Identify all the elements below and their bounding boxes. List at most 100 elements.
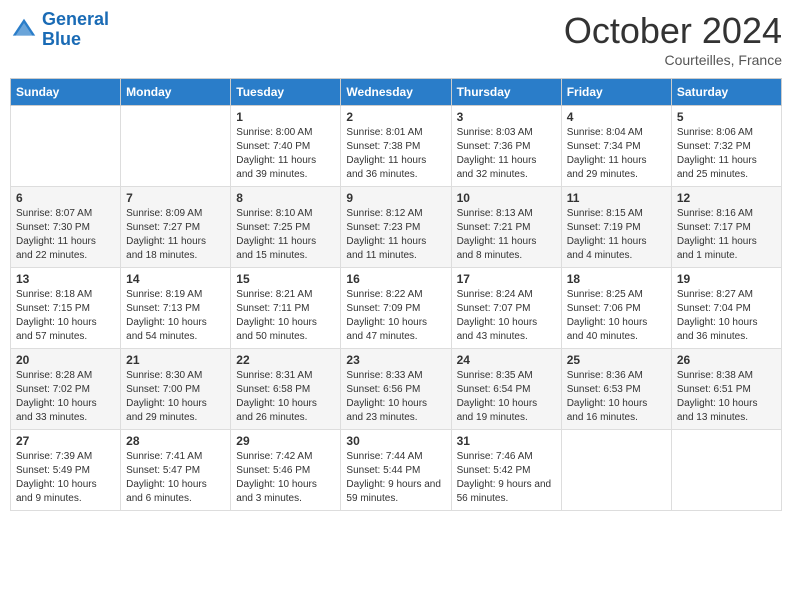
sunset-text: Sunset: 5:42 PM [457, 465, 531, 476]
day-number: 13 [16, 272, 115, 286]
calendar-week-row: 13 Sunrise: 8:18 AM Sunset: 7:15 PM Dayl… [11, 268, 782, 349]
day-info: Sunrise: 8:10 AM Sunset: 7:25 PM Dayligh… [236, 207, 335, 263]
calendar-day-cell: 9 Sunrise: 8:12 AM Sunset: 7:23 PM Dayli… [341, 187, 451, 268]
sunset-text: Sunset: 7:15 PM [16, 303, 90, 314]
calendar-day-cell: 30 Sunrise: 7:44 AM Sunset: 5:44 PM Dayl… [341, 430, 451, 511]
sunset-text: Sunset: 7:13 PM [126, 303, 200, 314]
daylight-text: Daylight: 10 hours and 40 minutes. [567, 317, 648, 342]
day-info: Sunrise: 8:35 AM Sunset: 6:54 PM Dayligh… [457, 369, 556, 425]
calendar-table: SundayMondayTuesdayWednesdayThursdayFrid… [10, 78, 782, 511]
calendar-day-cell: 20 Sunrise: 8:28 AM Sunset: 7:02 PM Dayl… [11, 349, 121, 430]
day-number: 26 [677, 353, 776, 367]
day-number: 20 [16, 353, 115, 367]
calendar-day-cell [121, 106, 231, 187]
day-number: 8 [236, 191, 335, 205]
day-number: 23 [346, 353, 445, 367]
day-info: Sunrise: 7:39 AM Sunset: 5:49 PM Dayligh… [16, 450, 115, 506]
day-of-week-header: Friday [561, 79, 671, 106]
sunset-text: Sunset: 7:38 PM [346, 141, 420, 152]
daylight-text: Daylight: 10 hours and 3 minutes. [236, 479, 317, 504]
daylight-text: Daylight: 10 hours and 43 minutes. [457, 317, 538, 342]
daylight-text: Daylight: 11 hours and 18 minutes. [126, 236, 206, 261]
day-of-week-header: Wednesday [341, 79, 451, 106]
calendar-day-cell: 24 Sunrise: 8:35 AM Sunset: 6:54 PM Dayl… [451, 349, 561, 430]
sunrise-text: Sunrise: 8:00 AM [236, 127, 312, 138]
sunset-text: Sunset: 7:40 PM [236, 141, 310, 152]
day-number: 16 [346, 272, 445, 286]
sunrise-text: Sunrise: 8:15 AM [567, 208, 643, 219]
daylight-text: Daylight: 11 hours and 39 minutes. [236, 155, 316, 180]
daylight-text: Daylight: 11 hours and 25 minutes. [677, 155, 757, 180]
calendar-day-cell [11, 106, 121, 187]
sunset-text: Sunset: 7:09 PM [346, 303, 420, 314]
daylight-text: Daylight: 10 hours and 9 minutes. [16, 479, 97, 504]
sunset-text: Sunset: 6:56 PM [346, 384, 420, 395]
day-number: 10 [457, 191, 556, 205]
sunset-text: Sunset: 7:30 PM [16, 222, 90, 233]
calendar-day-cell: 26 Sunrise: 8:38 AM Sunset: 6:51 PM Dayl… [671, 349, 781, 430]
daylight-text: Daylight: 10 hours and 23 minutes. [346, 398, 427, 423]
logo: General Blue [10, 10, 109, 50]
day-info: Sunrise: 8:33 AM Sunset: 6:56 PM Dayligh… [346, 369, 445, 425]
day-info: Sunrise: 8:09 AM Sunset: 7:27 PM Dayligh… [126, 207, 225, 263]
logo-line1: General [42, 9, 109, 29]
day-number: 17 [457, 272, 556, 286]
daylight-text: Daylight: 10 hours and 57 minutes. [16, 317, 97, 342]
day-info: Sunrise: 8:13 AM Sunset: 7:21 PM Dayligh… [457, 207, 556, 263]
daylight-text: Daylight: 11 hours and 1 minute. [677, 236, 757, 261]
daylight-text: Daylight: 11 hours and 15 minutes. [236, 236, 316, 261]
day-info: Sunrise: 8:38 AM Sunset: 6:51 PM Dayligh… [677, 369, 776, 425]
calendar-day-cell: 29 Sunrise: 7:42 AM Sunset: 5:46 PM Dayl… [231, 430, 341, 511]
calendar-day-cell: 31 Sunrise: 7:46 AM Sunset: 5:42 PM Dayl… [451, 430, 561, 511]
calendar-week-row: 20 Sunrise: 8:28 AM Sunset: 7:02 PM Dayl… [11, 349, 782, 430]
day-info: Sunrise: 8:31 AM Sunset: 6:58 PM Dayligh… [236, 369, 335, 425]
day-info: Sunrise: 8:15 AM Sunset: 7:19 PM Dayligh… [567, 207, 666, 263]
day-number: 29 [236, 434, 335, 448]
sunset-text: Sunset: 7:02 PM [16, 384, 90, 395]
calendar-header-row: SundayMondayTuesdayWednesdayThursdayFrid… [11, 79, 782, 106]
sunrise-text: Sunrise: 8:22 AM [346, 289, 422, 300]
calendar-day-cell: 17 Sunrise: 8:24 AM Sunset: 7:07 PM Dayl… [451, 268, 561, 349]
calendar-day-cell: 27 Sunrise: 7:39 AM Sunset: 5:49 PM Dayl… [11, 430, 121, 511]
day-number: 21 [126, 353, 225, 367]
sunset-text: Sunset: 7:11 PM [236, 303, 309, 314]
calendar-day-cell [671, 430, 781, 511]
day-info: Sunrise: 8:16 AM Sunset: 7:17 PM Dayligh… [677, 207, 776, 263]
calendar-day-cell: 15 Sunrise: 8:21 AM Sunset: 7:11 PM Dayl… [231, 268, 341, 349]
daylight-text: Daylight: 11 hours and 32 minutes. [457, 155, 537, 180]
sunrise-text: Sunrise: 8:06 AM [677, 127, 753, 138]
calendar-day-cell: 13 Sunrise: 8:18 AM Sunset: 7:15 PM Dayl… [11, 268, 121, 349]
daylight-text: Daylight: 10 hours and 36 minutes. [677, 317, 758, 342]
sunset-text: Sunset: 5:47 PM [126, 465, 200, 476]
sunset-text: Sunset: 7:21 PM [457, 222, 531, 233]
day-number: 28 [126, 434, 225, 448]
day-number: 5 [677, 110, 776, 124]
day-info: Sunrise: 8:00 AM Sunset: 7:40 PM Dayligh… [236, 126, 335, 182]
sunset-text: Sunset: 7:25 PM [236, 222, 310, 233]
sunrise-text: Sunrise: 7:39 AM [16, 451, 92, 462]
sunrise-text: Sunrise: 8:03 AM [457, 127, 533, 138]
calendar-day-cell [561, 430, 671, 511]
daylight-text: Daylight: 10 hours and 54 minutes. [126, 317, 207, 342]
calendar-day-cell: 25 Sunrise: 8:36 AM Sunset: 6:53 PM Dayl… [561, 349, 671, 430]
sunrise-text: Sunrise: 8:28 AM [16, 370, 92, 381]
day-number: 27 [16, 434, 115, 448]
daylight-text: Daylight: 10 hours and 26 minutes. [236, 398, 317, 423]
sunrise-text: Sunrise: 8:31 AM [236, 370, 312, 381]
day-number: 12 [677, 191, 776, 205]
day-number: 6 [16, 191, 115, 205]
calendar-week-row: 1 Sunrise: 8:00 AM Sunset: 7:40 PM Dayli… [11, 106, 782, 187]
daylight-text: Daylight: 11 hours and 11 minutes. [346, 236, 426, 261]
day-info: Sunrise: 8:07 AM Sunset: 7:30 PM Dayligh… [16, 207, 115, 263]
daylight-text: Daylight: 10 hours and 13 minutes. [677, 398, 758, 423]
day-number: 3 [457, 110, 556, 124]
day-info: Sunrise: 8:04 AM Sunset: 7:34 PM Dayligh… [567, 126, 666, 182]
day-info: Sunrise: 8:12 AM Sunset: 7:23 PM Dayligh… [346, 207, 445, 263]
day-number: 1 [236, 110, 335, 124]
sunset-text: Sunset: 7:17 PM [677, 222, 751, 233]
sunset-text: Sunset: 5:46 PM [236, 465, 310, 476]
day-info: Sunrise: 8:30 AM Sunset: 7:00 PM Dayligh… [126, 369, 225, 425]
calendar-day-cell: 2 Sunrise: 8:01 AM Sunset: 7:38 PM Dayli… [341, 106, 451, 187]
calendar-day-cell: 14 Sunrise: 8:19 AM Sunset: 7:13 PM Dayl… [121, 268, 231, 349]
daylight-text: Daylight: 10 hours and 6 minutes. [126, 479, 207, 504]
